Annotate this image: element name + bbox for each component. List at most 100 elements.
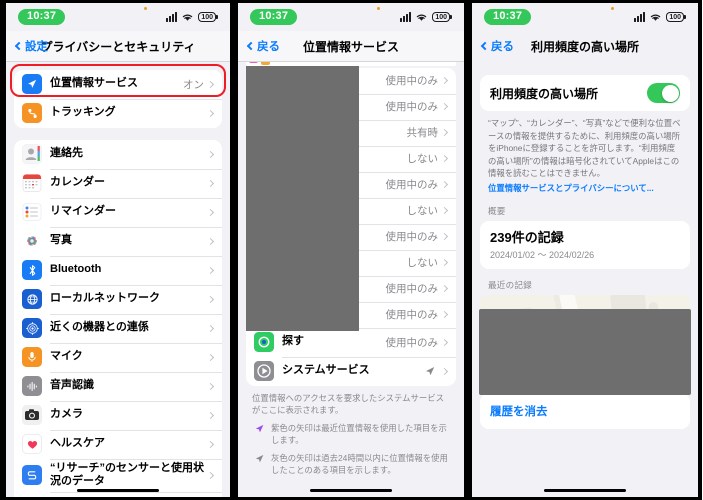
chevron-right-icon: [440, 154, 449, 163]
privacy-link[interactable]: 位置情報サービスとプライバシーについて...: [488, 182, 682, 195]
list-item-health[interactable]: ヘルスケア: [14, 429, 222, 459]
list-item-local-network[interactable]: ローカルネットワーク: [14, 284, 222, 314]
list-item-label: 近くの機器との連係: [50, 321, 149, 334]
list-item-label: マイク: [50, 350, 83, 363]
location-services-list[interactable]: 使用中のみ 使用中のみ 共有時 しない 使用中のみ しない 使用中のみ しない …: [238, 61, 464, 497]
location-arrow-gray-icon: [254, 453, 265, 476]
nav-bar-2: 戻る 位置情報サービス: [238, 31, 464, 61]
homekit-icon: [22, 496, 42, 497]
toggle-label: 利用頻度の高い場所: [490, 86, 599, 101]
chevron-right-icon: [206, 295, 215, 303]
chevron-right-icon: [440, 338, 449, 346]
three-phone-screenshot-stage: 10:37 100 設定 プライバシーとセキュリティ 位置情報サービス オン ト…: [0, 0, 703, 500]
screen-significant-locations: 10:37 100 戻る 利用頻度の高い場所 利用頻度の高い場所 “マップ”、“…: [472, 3, 698, 497]
permission-value: しない: [406, 153, 439, 165]
chevron-right-icon: [440, 310, 449, 319]
home-indicator-3: [544, 488, 626, 492]
chevron-right-icon: [440, 284, 449, 293]
speech-recognition-icon: [22, 376, 42, 396]
list-item-calendar[interactable]: カレンダー: [14, 168, 222, 198]
list-item-label: システムサービス: [282, 364, 370, 377]
list-item-find-my[interactable]: 探す 使用中のみ: [246, 327, 456, 357]
research-sensor-icon: [22, 465, 42, 486]
settings-list-1[interactable]: 位置情報サービス オン トラッキング 連絡先 カレンダー リマインダー 写真 B…: [6, 61, 230, 497]
redaction-overlay-location-list: [479, 309, 691, 395]
list-item-label: 位置情報サービス: [50, 77, 138, 90]
camera-indicator-dot-icon: [377, 7, 380, 10]
list-item-label: 音声認識: [50, 379, 94, 392]
list-item-label: 連絡先: [50, 147, 83, 160]
list-item-bluetooth[interactable]: Bluetooth: [14, 255, 222, 285]
legend-purple-arrow: 紫色の矢印は最近位置情報を使用した項目を示します。: [238, 416, 464, 446]
group-significant-locations-toggle: 利用頻度の高い場所: [480, 75, 690, 111]
local-network-icon: [22, 289, 42, 309]
significant-locations-switch[interactable]: [647, 83, 680, 103]
chevron-right-icon: [440, 367, 449, 375]
find-my-icon: [254, 332, 274, 352]
chevron-right-icon: [206, 382, 215, 390]
bluetooth-icon: [22, 260, 42, 280]
status-indicators: 100: [634, 12, 684, 22]
significant-locations-content[interactable]: 利用頻度の高い場所 “マップ”、“カレンダー”、“写真”などで便利な位置ベースの…: [472, 61, 698, 497]
wifi-icon: [183, 14, 193, 21]
permission-value: 使用中のみ: [385, 309, 439, 321]
list-item-location-services[interactable]: 位置情報サービス オン: [14, 70, 222, 99]
list-item-nearby-interaction[interactable]: 近くの機器との連係: [14, 313, 222, 343]
permission-value: しない: [406, 205, 439, 217]
toggle-row-significant-locations[interactable]: 利用頻度の高い場所: [480, 75, 690, 111]
chevron-right-icon: [206, 80, 215, 88]
photos-icon: [22, 231, 42, 251]
list-item-contacts[interactable]: 連絡先: [14, 140, 222, 169]
back-button-label: 設定: [25, 41, 48, 53]
group-app-permissions: 連絡先 カレンダー リマインダー 写真 Bluetooth ローカルネットワーク…: [14, 139, 222, 497]
chevron-right-icon: [206, 266, 215, 274]
group-location-tracking: 位置情報サービス オン トラッキング: [14, 69, 222, 128]
list-item-label: トラッキング: [50, 106, 116, 119]
list-item-photos[interactable]: 写真: [14, 226, 222, 256]
chevron-right-icon: [206, 150, 215, 158]
battery-icon: 100: [432, 12, 450, 22]
back-button-settings[interactable]: 設定: [14, 38, 48, 54]
list-item-label: 写真: [50, 234, 72, 247]
list-item-speech-recognition[interactable]: 音声認識: [14, 371, 222, 401]
list-item-system-services[interactable]: システムサービス: [246, 356, 456, 386]
status-bar-1: 10:37 100: [6, 3, 230, 31]
location-arrow-icon: [22, 74, 42, 94]
back-button-2[interactable]: 戻る: [246, 38, 280, 54]
camera-indicator-dot-icon: [144, 7, 147, 10]
cellular-bars-icon: [400, 12, 412, 22]
chevron-right-icon: [440, 76, 449, 85]
status-indicators: 100: [166, 12, 216, 22]
screen-privacy-security: 10:37 100 設定 プライバシーとセキュリティ 位置情報サービス オン ト…: [6, 3, 230, 497]
list-item-reminders[interactable]: リマインダー: [14, 197, 222, 227]
list-item-label: ヘルスケア: [50, 437, 105, 450]
clear-history-button[interactable]: 履歴を消去: [490, 406, 548, 418]
list-item-research-sensor-data[interactable]: “リサーチ”のセンサーと使用状況のデータ: [14, 458, 222, 493]
clear-history-card[interactable]: 履歴を消去: [480, 392, 690, 429]
summary-card[interactable]: 239件の記録 2024/01/02 ～ 2024/02/26: [480, 220, 690, 269]
list-item-label: 探す: [282, 335, 304, 348]
system-services-footer-note: 位置情報へのアクセスを要求したシステムサービスがここに表示されます。: [252, 392, 444, 415]
list-item-tracking[interactable]: トラッキング: [14, 98, 222, 128]
chevron-right-icon: [206, 411, 215, 419]
record-date-range: 2024/01/02 ～ 2024/02/26: [490, 249, 595, 260]
list-item-microphone[interactable]: マイク: [14, 342, 222, 372]
home-indicator-1: [77, 488, 159, 492]
reminders-icon: [22, 202, 42, 222]
chevron-right-icon: [440, 180, 449, 189]
list-item-camera[interactable]: カメラ: [14, 400, 222, 430]
list-item-label: Bluetooth: [50, 263, 102, 276]
wifi-icon: [651, 14, 661, 21]
chevron-right-icon: [440, 232, 449, 241]
list-item-homekit[interactable]: HomeKit: [14, 492, 222, 497]
section-header-summary: 概要: [488, 205, 506, 216]
permission-value: 共有時: [406, 127, 439, 139]
tracking-icon: [22, 103, 42, 123]
back-button-label: 戻る: [491, 41, 514, 53]
phone-panel-2: 10:37 100 戻る 位置情報サービス 使用中のみ 使用中のみ 共有時 しな…: [234, 0, 468, 500]
list-item-label: カメラ: [50, 408, 83, 421]
chevron-right-icon: [440, 206, 449, 215]
camera-icon: [22, 405, 42, 425]
back-button-3[interactable]: 戻る: [480, 38, 514, 54]
record-count: 239件の記録: [490, 229, 564, 245]
